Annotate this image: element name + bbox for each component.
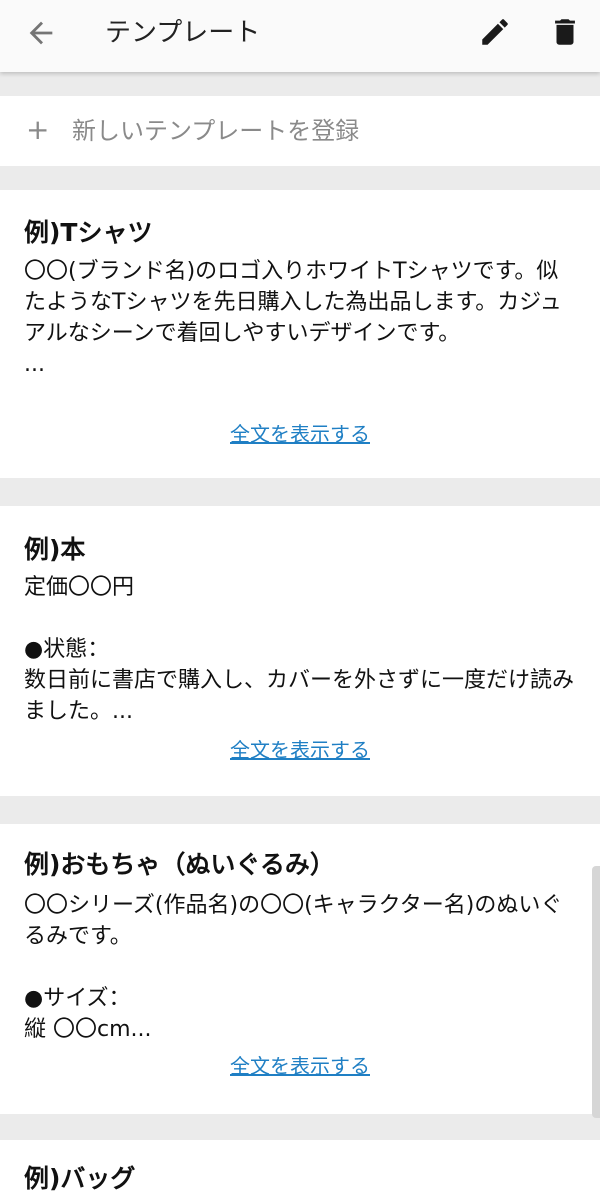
show-full-text-link[interactable]: 全文を表示する — [0, 736, 600, 764]
template-card[interactable]: 例)バッグ — [0, 1140, 600, 1200]
plus-icon: + — [26, 113, 50, 146]
show-full-text-link[interactable]: 全文を表示する — [0, 420, 600, 448]
template-card[interactable]: 例)Tシャツ 〇〇(ブランド名)のロゴ入りホワイトTシャツです。似たようなTシャ… — [0, 190, 600, 478]
scrollbar-thumb[interactable] — [592, 866, 600, 1118]
trash-icon[interactable] — [548, 15, 582, 49]
arrow-left-icon[interactable] — [24, 16, 58, 50]
template-title: 例)本 — [24, 535, 86, 564]
template-preview: 〇〇シリーズ(作品名)の〇〇(キャラクター名)のぬいぐるみです。 ●サイズ： 縦… — [24, 893, 563, 1042]
pencil-icon[interactable] — [478, 15, 512, 49]
template-title: 例)Tシャツ — [24, 218, 153, 247]
page-title: テンプレート — [105, 18, 261, 48]
register-template-label: 新しいテンプレートを登録 — [72, 117, 360, 145]
template-preview: 定価〇〇円 ●状態： 数日前に書店で購入し、カバーを外さずに一度だけ読みました。… — [24, 575, 575, 724]
app-bar: テンプレート — [0, 0, 600, 72]
template-card[interactable]: 例)おもちゃ（ぬいぐるみ） 〇〇シリーズ(作品名)の〇〇(キャラクター名)のぬい… — [0, 824, 600, 1114]
register-template-button[interactable]: + 新しいテンプレートを登録 — [0, 96, 600, 166]
template-title: 例)バッグ — [24, 1164, 136, 1193]
template-preview: 〇〇(ブランド名)のロゴ入りホワイトTシャツです。似たようなTシャツを先日購入し… — [24, 259, 562, 377]
template-card[interactable]: 例)本 定価〇〇円 ●状態： 数日前に書店で購入し、カバーを外さずに一度だけ読み… — [0, 506, 600, 796]
show-full-text-link[interactable]: 全文を表示する — [0, 1052, 600, 1080]
template-title: 例)おもちゃ（ぬいぐるみ） — [24, 850, 335, 879]
